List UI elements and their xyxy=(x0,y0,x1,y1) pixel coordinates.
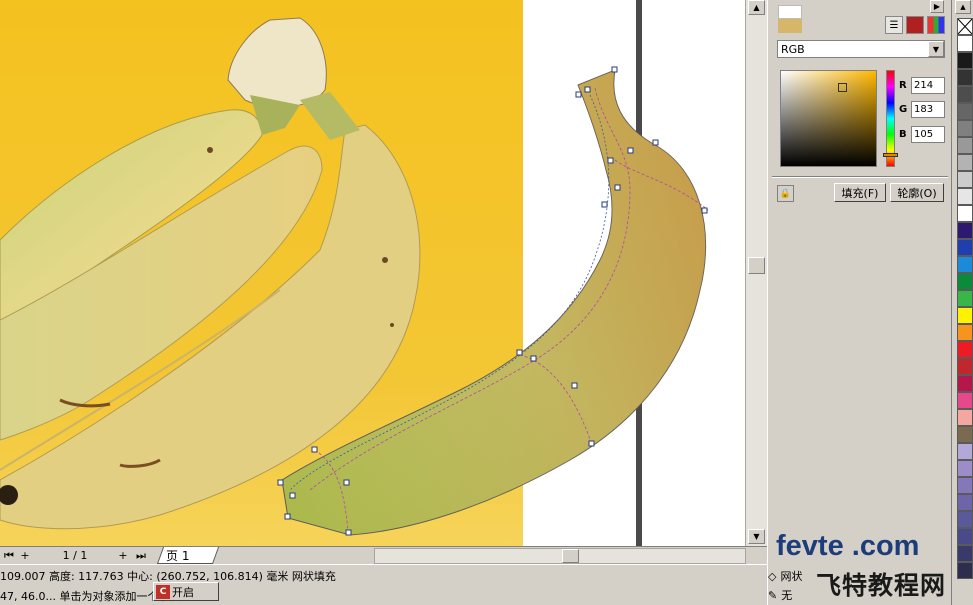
palette-swatch[interactable] xyxy=(957,341,973,358)
palette-swatch[interactable] xyxy=(957,205,973,222)
palette-swatch[interactable] xyxy=(957,222,973,239)
palette-swatch[interactable] xyxy=(957,409,973,426)
add-page-before-button[interactable]: + xyxy=(18,548,32,563)
palette-swatch[interactable] xyxy=(957,443,973,460)
drawing-canvas[interactable] xyxy=(0,0,745,546)
palette-swatch[interactable] xyxy=(957,188,973,205)
horizontal-scroll-thumb[interactable] xyxy=(562,549,579,563)
palette-swatch[interactable] xyxy=(957,35,973,52)
page-counter: 1 / 1 xyxy=(62,549,88,562)
b-label: B xyxy=(899,129,907,140)
horizontal-scrollbar[interactable] xyxy=(374,548,746,564)
color-model-value: RGB xyxy=(781,42,805,56)
r-input[interactable]: 214 xyxy=(911,77,945,94)
palette-swatch[interactable] xyxy=(957,528,973,545)
palette-swatch[interactable] xyxy=(957,545,973,562)
docker-divider xyxy=(772,176,948,178)
taskbar-button[interactable]: C 开启 xyxy=(153,582,219,601)
vertical-scrollbar[interactable]: ▲ ▼ xyxy=(745,0,767,546)
palette-swatch[interactable] xyxy=(957,562,973,579)
color-model-select[interactable]: RGB ▼ xyxy=(777,40,945,58)
palette-swatch[interactable] xyxy=(957,477,973,494)
brand-logo-cn: 飞特教程网 xyxy=(816,571,947,600)
outline-indicator: ✎ 无 xyxy=(768,587,792,603)
palette-swatch[interactable] xyxy=(957,392,973,409)
last-page-icon[interactable]: ⏭ xyxy=(134,548,148,563)
color-palette: ▲ xyxy=(951,0,973,605)
vertical-scroll-thumb[interactable] xyxy=(748,257,765,274)
palette-swatch[interactable] xyxy=(957,154,973,171)
palette-swatch[interactable] xyxy=(957,511,973,528)
palette-swatch[interactable] xyxy=(957,69,973,86)
palette-swatch[interactable] xyxy=(957,426,973,443)
palette-swatch[interactable] xyxy=(957,460,973,477)
no-color-swatch[interactable] xyxy=(957,18,973,35)
palette-swatch[interactable] xyxy=(957,256,973,273)
chevron-down-icon[interactable]: ▼ xyxy=(928,41,944,57)
color-picker-field[interactable] xyxy=(780,70,877,167)
app-icon: C xyxy=(156,584,170,599)
outline-indicator-label: 无 xyxy=(781,589,793,602)
g-input[interactable]: 183 xyxy=(911,101,945,118)
palette-swatch[interactable] xyxy=(957,171,973,188)
palette-swatch[interactable] xyxy=(957,273,973,290)
palette-swatch[interactable] xyxy=(957,120,973,137)
taskbar-button-label: 开启 xyxy=(172,585,194,599)
palette-swatch[interactable] xyxy=(957,103,973,120)
palette-swatch[interactable] xyxy=(957,324,973,341)
palette-swatch[interactable] xyxy=(957,290,973,307)
palette-swatch[interactable] xyxy=(957,494,973,511)
color-docker: ▶ ☰ RGB ▼ R 214 G 183 B 105 🔒 填充(F) 轮廓(O… xyxy=(767,0,951,605)
color-viewer-icon[interactable] xyxy=(906,16,924,34)
palette-scroll-up-icon[interactable]: ▲ xyxy=(955,0,971,14)
status-bar: 109.007 高度: 117.763 中心: (260.752, 106.81… xyxy=(0,564,767,605)
no-color-icon xyxy=(957,18,973,35)
color-palette-icon[interactable] xyxy=(927,16,945,34)
lock-icon[interactable]: 🔒 xyxy=(777,185,794,202)
color-sliders-icon[interactable]: ☰ xyxy=(885,16,903,34)
fill-indicator-label: 网状 xyxy=(780,570,803,583)
palette-swatch[interactable] xyxy=(957,307,973,324)
add-page-after-button[interactable]: + xyxy=(116,548,130,563)
fill-indicator: ◇ 网状 xyxy=(768,568,802,584)
palette-swatch[interactable] xyxy=(957,137,973,154)
coreldraw-window: ▲ ▼ ⏮ + 1 / 1 + ⏭ 页 1 109.007 高度: 117.76… xyxy=(0,0,973,605)
palette-swatch[interactable] xyxy=(957,239,973,256)
scroll-down-button[interactable]: ▼ xyxy=(748,529,765,544)
page-navigation-bar: ⏮ + 1 / 1 + ⏭ 页 1 xyxy=(0,546,767,564)
outline-tab[interactable]: 轮廓(O) xyxy=(890,183,944,202)
docker-arrow-icon[interactable]: ▶ xyxy=(930,0,944,13)
palette-swatch[interactable] xyxy=(957,52,973,69)
b-input[interactable]: 105 xyxy=(911,126,945,143)
previous-color-swatch xyxy=(778,5,802,19)
mesh-fill-banana[interactable] xyxy=(270,60,720,546)
r-label: R xyxy=(899,80,907,91)
palette-swatch[interactable] xyxy=(957,358,973,375)
hue-slider-marker[interactable] xyxy=(883,153,898,157)
mesh-fill-icon: ◇ xyxy=(768,569,777,583)
brand-logo-en: fevte .com xyxy=(776,530,920,562)
fill-tab[interactable]: 填充(F) xyxy=(834,183,886,202)
palette-swatch[interactable] xyxy=(957,86,973,103)
pen-icon: ✎ xyxy=(768,588,778,602)
g-label: G xyxy=(899,104,908,115)
scroll-up-button[interactable]: ▲ xyxy=(748,0,765,15)
current-color-swatch xyxy=(778,19,802,33)
picker-marker[interactable] xyxy=(838,83,847,92)
palette-swatch[interactable] xyxy=(957,375,973,392)
first-page-icon[interactable]: ⏮ xyxy=(2,548,16,563)
page-tab-label: 页 1 xyxy=(166,549,190,563)
